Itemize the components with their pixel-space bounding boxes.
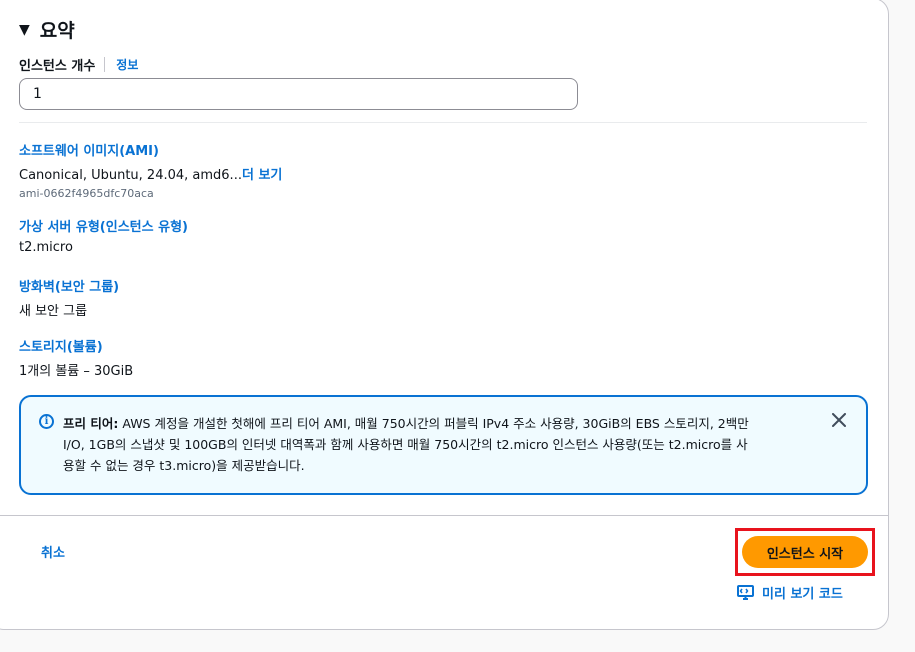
- alert-line-1-text: AWS 계정을 개설한 첫해에 프리 티어 AMI, 매월 750시간의 퍼블릭…: [118, 416, 749, 431]
- instance-count-label-row: 인스턴스 개수 정보: [19, 55, 138, 74]
- storage-value: 1개의 볼륨 – 30GiB: [19, 364, 134, 379]
- label-separator: [104, 57, 106, 72]
- footer-divider: [0, 515, 888, 516]
- alert-line-2: I/O, 1GB의 스냅샷 및 100GB의 인터넷 대역폭과 함께 사용하면 …: [63, 437, 748, 452]
- firewall-section: 방화벽(보안 그룹) 새 보안 그룹: [19, 276, 119, 319]
- instance-type-value: t2.micro: [19, 240, 73, 255]
- divider: [19, 122, 867, 123]
- code-preview-icon: [737, 585, 754, 600]
- launch-instance-button[interactable]: 인스턴스 시작: [742, 536, 868, 568]
- close-icon[interactable]: [829, 409, 849, 431]
- alert-line-3: 용할 수 없는 경우 t3.micro)을 제공받습니다.: [63, 458, 305, 473]
- alert-line-1: 프리 티어: AWS 계정을 개설한 첫해에 프리 티어 AMI, 매월 750…: [63, 413, 803, 434]
- alert-label: 프리 티어:: [63, 416, 119, 431]
- storage-section: 스토리지(볼륨) 1개의 볼륨 – 30GiB: [19, 336, 133, 379]
- preview-code-label: 미리 보기 코드: [762, 587, 843, 602]
- summary-title: 요약: [39, 20, 75, 42]
- caret-down-icon[interactable]: ▼: [19, 23, 30, 37]
- instance-type-section: 가상 서버 유형(인스턴스 유형) t2.micro: [19, 216, 188, 255]
- instance-count-input[interactable]: [19, 78, 578, 110]
- summary-header[interactable]: ▼ 요약: [19, 16, 75, 43]
- firewall-title-link[interactable]: 방화벽(보안 그룹): [19, 276, 119, 295]
- launch-instance-label: 인스턴스 시작: [766, 546, 844, 562]
- ami-value-row: Canonical, Ubuntu, 24.04, amd6...더 보기: [19, 164, 282, 183]
- firewall-value: 새 보안 그룹: [19, 304, 88, 319]
- cancel-button[interactable]: 취소: [41, 542, 65, 561]
- free-tier-alert: i 프리 티어: AWS 계정을 개설한 첫해에 프리 티어 AMI, 매월 7…: [19, 395, 868, 495]
- ami-more-link[interactable]: 더 보기: [242, 168, 282, 183]
- info-circle-icon: i: [39, 414, 54, 429]
- instance-type-title-link[interactable]: 가상 서버 유형(인스턴스 유형): [19, 216, 188, 235]
- storage-title-link[interactable]: 스토리지(볼륨): [19, 336, 133, 355]
- instance-count-label: 인스턴스 개수: [19, 59, 96, 74]
- preview-code-link[interactable]: 미리 보기 코드: [737, 583, 843, 602]
- ami-value: Canonical, Ubuntu, 24.04, amd6...: [19, 168, 242, 183]
- ami-title-link[interactable]: 소프트웨어 이미지(AMI): [19, 140, 282, 159]
- ami-id: ami-0662f4965dfc70aca: [19, 187, 154, 200]
- ami-section: 소프트웨어 이미지(AMI) Canonical, Ubuntu, 24.04,…: [19, 140, 282, 200]
- free-tier-alert-text: 프리 티어: AWS 계정을 개설한 첫해에 프리 티어 AMI, 매월 750…: [63, 413, 803, 476]
- info-link[interactable]: 정보: [116, 56, 138, 73]
